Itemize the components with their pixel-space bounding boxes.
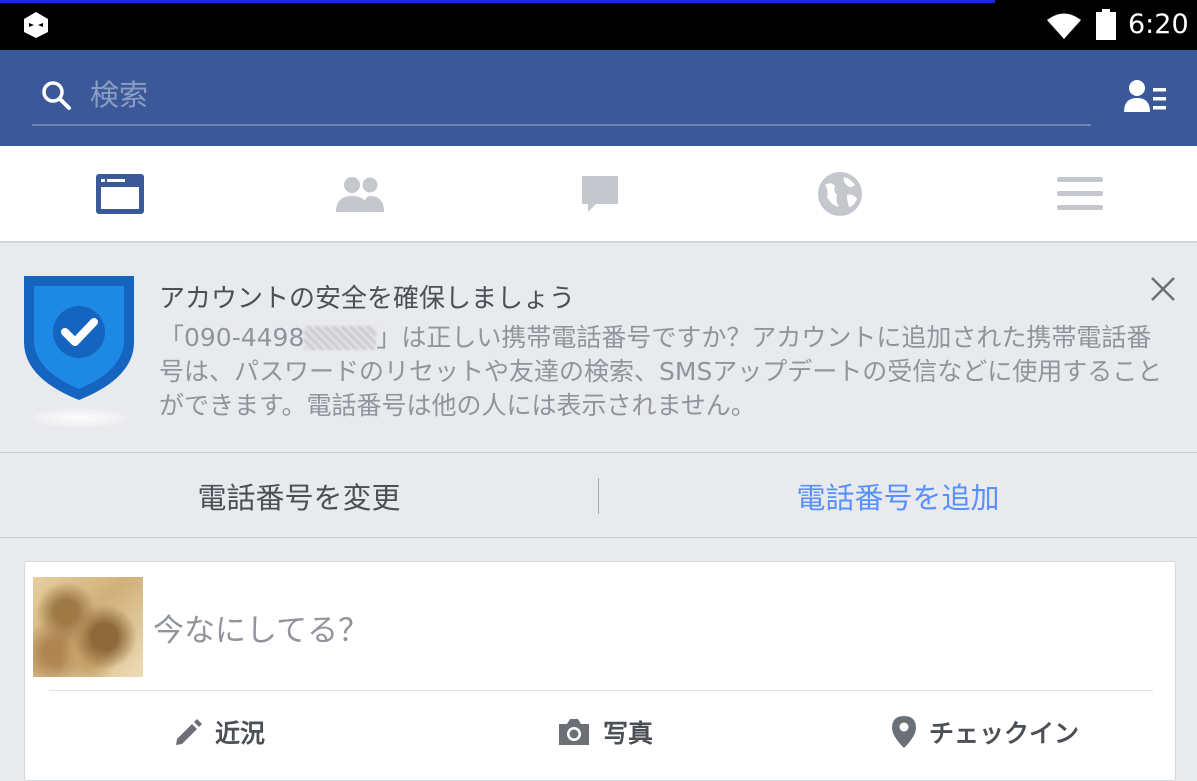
close-icon[interactable] — [1147, 273, 1179, 305]
phone-actions: 電話番号を変更 電話番号を追加 — [0, 454, 1197, 538]
friends-icon — [335, 176, 384, 212]
banner-body-prefix: 「090-4498 — [159, 323, 305, 352]
status-bar: 6:20 — [0, 0, 1197, 50]
change-phone-button[interactable]: 電話番号を変更 — [0, 454, 598, 538]
shield-check-icon — [24, 276, 134, 400]
battery-icon — [1096, 9, 1116, 40]
news-feed-icon — [95, 173, 144, 214]
checkin-label: チェックイン — [929, 719, 1080, 748]
status-update-label: 近況 — [215, 719, 266, 748]
tab-messages[interactable] — [480, 146, 719, 241]
banner-title: アカウントの安全を確保しましょう — [159, 284, 576, 314]
status-time: 6:20 — [1128, 9, 1189, 40]
tab-bar — [0, 146, 1197, 243]
friends-list-icon[interactable] — [1122, 78, 1170, 118]
search-header — [0, 50, 1197, 146]
location-pin-icon — [892, 716, 916, 748]
banner-body: 「090-4498 」は正しい携帯電話番号ですか？アカウントに追加された携帯電話番… — [159, 321, 1174, 423]
composer-divider — [49, 690, 1153, 691]
menu-icon — [1056, 176, 1103, 210]
security-banner: アカウントの安全を確保しましょう 「090-4498 」は正しい携帯電話番号ですか… — [0, 243, 1197, 453]
wifi-icon — [1047, 13, 1081, 39]
notifications-globe-icon — [817, 171, 862, 216]
messages-icon — [581, 175, 618, 212]
composer-card: 今なにしてる？ 近況 写真 チェックイン — [24, 561, 1176, 781]
camera-icon — [559, 719, 589, 745]
photo-button[interactable]: 写真 — [557, 712, 653, 752]
photo-label: 写真 — [603, 719, 654, 748]
tab-notifications[interactable] — [720, 146, 959, 241]
loading-progress-line — [0, 0, 995, 3]
redacted-phone-digits — [304, 326, 377, 350]
pencil-icon — [176, 719, 202, 745]
composer-prompt[interactable]: 今なにしてる？ — [153, 605, 369, 650]
checkin-button[interactable]: チェックイン — [891, 712, 1079, 752]
avatar[interactable] — [33, 577, 143, 677]
status-update-button[interactable]: 近況 — [173, 712, 265, 752]
tab-friends[interactable] — [240, 146, 479, 241]
app-icon — [24, 12, 48, 38]
shield-shadow — [32, 409, 126, 427]
search-input[interactable] — [88, 72, 1068, 118]
tab-news-feed[interactable] — [0, 146, 239, 241]
add-phone-button[interactable]: 電話番号を追加 — [599, 454, 1197, 538]
search-icon — [42, 81, 71, 110]
search-field[interactable] — [32, 70, 1091, 126]
tab-menu[interactable] — [960, 146, 1197, 241]
